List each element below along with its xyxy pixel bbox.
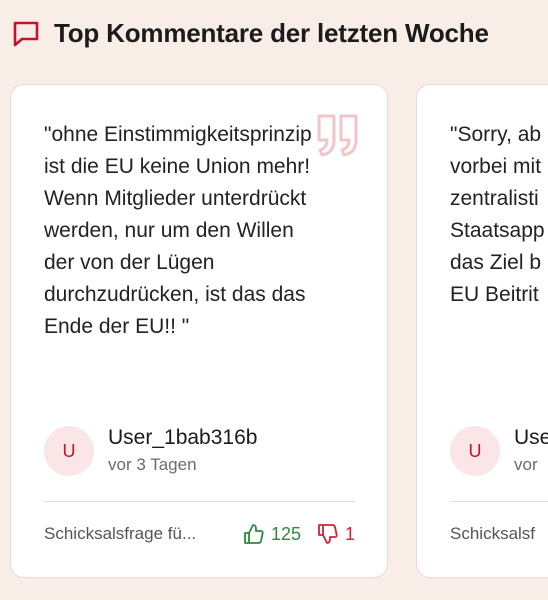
comment-text: "Sorry, ab vorbei mit zentralisti Staats… bbox=[450, 119, 548, 311]
avatar: U bbox=[450, 426, 500, 476]
dislike-count: 1 bbox=[344, 523, 355, 544]
comment-footer: Schicksalsf bbox=[450, 521, 548, 547]
section-title: Top Kommentare der letzten Woche bbox=[54, 18, 489, 48]
comment-text: "ohne Einstimmigkeitsprinzip ist die EU … bbox=[44, 123, 312, 338]
comment-text-line: EU Beitrit bbox=[450, 283, 539, 306]
like-button[interactable]: 125 bbox=[243, 523, 301, 545]
comment-icon bbox=[12, 20, 40, 48]
article-link[interactable]: Schicksalsf bbox=[450, 524, 548, 544]
dislike-button[interactable]: 1 bbox=[317, 523, 355, 545]
comment-card[interactable]: "Sorry, ab vorbei mit zentralisti Staats… bbox=[416, 84, 548, 578]
quote-mark-icon bbox=[315, 113, 361, 164]
comment-text-line: "Sorry, ab bbox=[450, 123, 542, 146]
comment-text-line: vorbei mit bbox=[450, 155, 542, 178]
author-name: Use bbox=[514, 426, 548, 449]
thumbs-down-icon bbox=[317, 523, 339, 545]
divider bbox=[44, 501, 355, 502]
thumbs-up-icon bbox=[243, 523, 265, 545]
author-name: User_1bab316b bbox=[108, 426, 258, 449]
comment-text-line: zentralisti bbox=[450, 187, 539, 210]
avatar: U bbox=[44, 426, 94, 476]
section-header: Top Kommentare der letzten Woche bbox=[12, 18, 489, 49]
like-count: 125 bbox=[270, 523, 301, 544]
divider bbox=[450, 501, 548, 502]
comment-footer: Schicksalsfrage fü... 125 1 bbox=[44, 521, 355, 547]
comment-time: vor bbox=[514, 455, 538, 474]
comment-text-line: Staatsapp bbox=[450, 219, 545, 242]
comment-author: U Use vor bbox=[450, 425, 548, 477]
comment-text-line: das Ziel b bbox=[450, 251, 542, 274]
article-link[interactable]: Schicksalsfrage fü... bbox=[44, 524, 230, 544]
comments-carousel[interactable]: "ohne Einstimmigkeitsprinzip ist die EU … bbox=[10, 84, 548, 580]
comment-author: U User_1bab316b vor 3 Tagen bbox=[44, 425, 257, 477]
comment-time: vor 3 Tagen bbox=[108, 455, 197, 474]
comment-card[interactable]: "ohne Einstimmigkeitsprinzip ist die EU … bbox=[10, 84, 388, 578]
